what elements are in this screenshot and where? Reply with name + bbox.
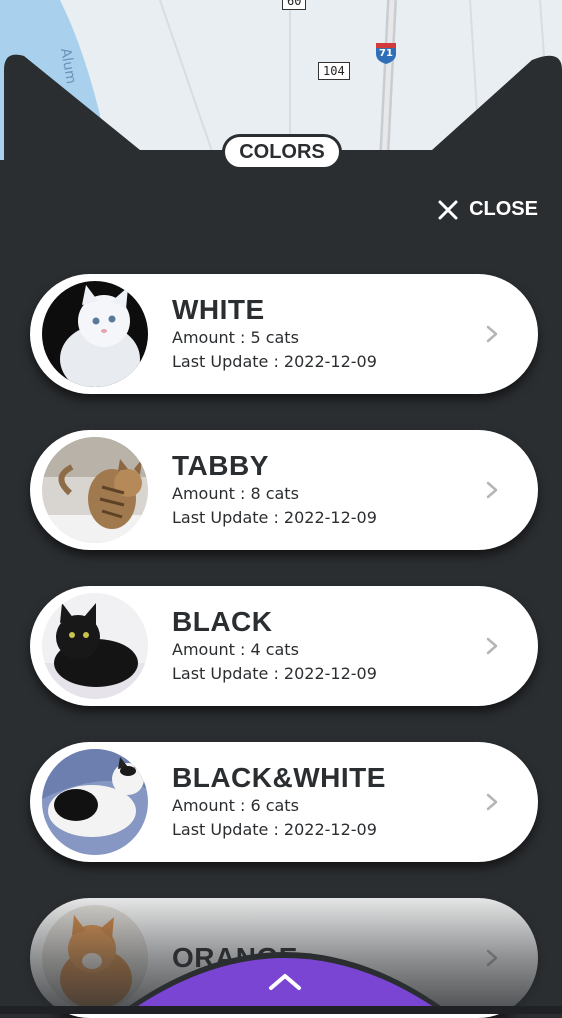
colors-panel: COLORS CLOSE WHITE Amount : 5 cats Last … — [0, 0, 562, 1018]
last-update: Last Update : 2022-12-09 — [172, 352, 377, 371]
cat-amount: Amount : 5 cats — [172, 328, 299, 347]
color-name: BLACK — [172, 606, 273, 637]
chevron-right-icon — [486, 481, 498, 499]
cat-photo — [42, 593, 148, 699]
chevron-right-icon — [486, 949, 498, 967]
chevron-right-icon — [486, 637, 498, 655]
cat-photo — [42, 437, 148, 543]
close-button[interactable]: CLOSE — [437, 198, 538, 221]
chevron-right-icon — [486, 793, 498, 811]
chevron-right-icon — [486, 325, 498, 343]
color-card-white[interactable]: WHITE Amount : 5 cats Last Update : 2022… — [30, 274, 538, 394]
bottom-edge — [0, 1006, 562, 1014]
cat-amount: Amount : 8 cats — [172, 484, 299, 503]
color-card-black[interactable]: BLACK Amount : 4 cats Last Update : 2022… — [30, 586, 538, 706]
cat-amount: Amount : 4 cats — [172, 640, 299, 659]
close-icon — [438, 200, 458, 219]
section-title-pill: COLORS — [222, 134, 342, 170]
color-card-tabby[interactable]: TABBY Amount : 8 cats Last Update : 2022… — [30, 430, 538, 550]
color-name: TABBY — [172, 450, 269, 481]
section-title: COLORS — [239, 140, 325, 163]
cat-photo — [42, 749, 148, 855]
cat-amount: Amount : 6 cats — [172, 796, 299, 815]
last-update: Last Update : 2022-12-09 — [172, 508, 377, 527]
last-update: Last Update : 2022-12-09 — [172, 664, 377, 683]
color-name: BLACK&WHITE — [172, 762, 386, 793]
color-name: WHITE — [172, 294, 265, 325]
close-label: CLOSE — [469, 198, 538, 220]
expand-up-button[interactable] — [118, 930, 452, 1014]
cat-photo — [42, 281, 148, 387]
last-update: Last Update : 2022-12-09 — [172, 820, 377, 839]
color-card-black-white[interactable]: BLACK&WHITE Amount : 6 cats Last Update … — [30, 742, 538, 862]
